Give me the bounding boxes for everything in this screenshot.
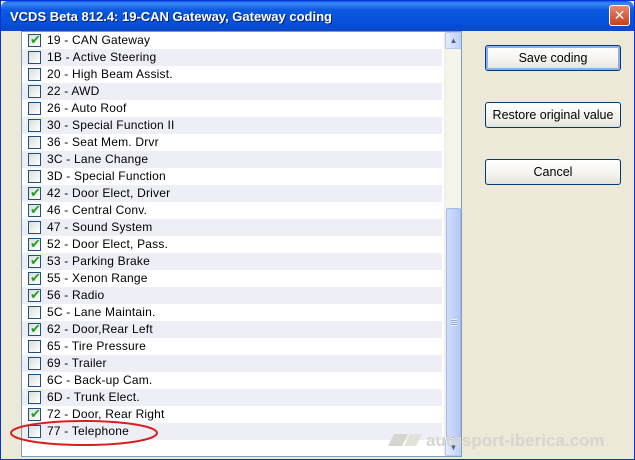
list-item[interactable]: ✔ 52 - Door Elect, Pass. [22, 236, 442, 253]
watermark-text: autosport-iberica.com [426, 431, 605, 450]
scrollbar-thumb[interactable] [446, 208, 461, 438]
list-item[interactable]: 3C - Lane Change [22, 151, 442, 168]
checkmark-icon: ✔ [30, 270, 41, 285]
checkmark-icon: ✔ [30, 202, 41, 217]
list-item[interactable]: 65 - Tire Pressure [22, 338, 442, 355]
list-item[interactable]: ✔ 19 - CAN Gateway [22, 32, 442, 49]
list-item-label: 42 - Door Elect, Driver [47, 186, 171, 200]
module-checkbox[interactable] [28, 374, 41, 387]
module-checklist[interactable]: ✔ 19 - CAN Gateway 1B - Active Steering 20 … [21, 31, 462, 457]
checkmark-icon: ✔ [30, 287, 41, 302]
module-checkbox[interactable] [28, 153, 41, 166]
list-item-label: 3D - Special Function [47, 169, 166, 183]
list-item[interactable]: ✔ 55 - Xenon Range [22, 270, 442, 287]
module-checkbox[interactable] [28, 85, 41, 98]
module-checkbox[interactable] [28, 102, 41, 115]
list-item-label: 19 - CAN Gateway [47, 33, 151, 47]
vcds-coding-dialog: VCDS Beta 812.4: 19-CAN Gateway, Gateway… [0, 0, 635, 460]
list-item[interactable]: 47 - Sound System [22, 219, 442, 236]
module-checkbox[interactable]: ✔ [28, 32, 41, 47]
module-checkbox[interactable] [28, 306, 41, 319]
vertical-scrollbar[interactable]: ▲ ▼ [444, 32, 461, 456]
module-checkbox[interactable] [28, 136, 41, 149]
module-checkbox[interactable]: ✔ [28, 270, 41, 285]
module-checkbox[interactable] [28, 357, 41, 370]
list-item-label: 46 - Central Conv. [47, 203, 148, 217]
list-item[interactable]: 69 - Trailer [22, 355, 442, 372]
list-item[interactable]: ✔ 56 - Radio [22, 287, 442, 304]
module-checkbox[interactable] [28, 221, 41, 234]
module-checkbox[interactable] [28, 51, 41, 64]
list-item[interactable]: 20 - High Beam Assist. [22, 66, 442, 83]
list-item-label: 1B - Active Steering [47, 50, 157, 64]
watermark-logo-icon [388, 434, 422, 446]
checkmark-icon: ✔ [30, 236, 41, 251]
list-item-label: 53 - Parking Brake [47, 254, 150, 268]
module-checkbox[interactable]: ✔ [28, 202, 41, 217]
module-checkbox[interactable]: ✔ [28, 253, 41, 268]
list-item[interactable]: ✔ 62 - Door,Rear Left [22, 321, 442, 338]
list-item[interactable]: 6D - Trunk Elect. [22, 389, 442, 406]
close-icon: ✕ [613, 7, 626, 23]
module-checkbox[interactable] [28, 170, 41, 183]
module-checkbox[interactable] [28, 68, 41, 81]
list-item-label: 36 - Seat Mem. Drvr [47, 135, 159, 149]
checkmark-icon: ✔ [30, 321, 41, 336]
window-title: VCDS Beta 812.4: 19-CAN Gateway, Gateway… [10, 9, 332, 24]
highlight-ellipse-annotation [10, 420, 158, 446]
list-item-label: 62 - Door,Rear Left [47, 322, 153, 336]
list-item-label: 30 - Special Function II [47, 118, 175, 132]
list-item-label: 65 - Tire Pressure [47, 339, 146, 353]
list-item[interactable]: ✔ 42 - Door Elect, Driver [22, 185, 442, 202]
module-checkbox[interactable]: ✔ [28, 236, 41, 251]
list-item-label: 22 - AWD [47, 84, 100, 98]
module-checkbox[interactable]: ✔ [28, 185, 41, 200]
list-item[interactable]: 30 - Special Function II [22, 117, 442, 134]
module-checkbox[interactable] [28, 119, 41, 132]
list-item[interactable]: 22 - AWD [22, 83, 442, 100]
list-item-label: 6C - Back-up Cam. [47, 373, 153, 387]
module-list-rows: ✔ 19 - CAN Gateway 1B - Active Steering 20 … [22, 32, 442, 440]
module-checkbox[interactable]: ✔ [28, 321, 41, 336]
list-item[interactable]: 1B - Active Steering [22, 49, 442, 66]
list-item[interactable]: 26 - Auto Roof [22, 100, 442, 117]
list-item-label: 26 - Auto Roof [47, 101, 127, 115]
scrollbar-grip-icon [451, 319, 457, 326]
list-item-label: 47 - Sound System [47, 220, 153, 234]
module-checkbox[interactable] [28, 391, 41, 404]
list-item[interactable]: ✔ 53 - Parking Brake [22, 253, 442, 270]
list-item-label: 6D - Trunk Elect. [47, 390, 140, 404]
module-checkbox[interactable]: ✔ [28, 287, 41, 302]
list-item[interactable]: 5C - Lane Maintain. [22, 304, 442, 321]
list-item-label: 5C - Lane Maintain. [47, 305, 156, 319]
watermark: autosport-iberica.com [386, 426, 635, 456]
cancel-button[interactable]: Cancel [485, 159, 621, 185]
list-item[interactable]: 3D - Special Function [22, 168, 442, 185]
save-coding-button[interactable]: Save coding [485, 45, 621, 71]
list-item[interactable]: 6C - Back-up Cam. [22, 372, 442, 389]
list-item[interactable]: ✔ 46 - Central Conv. [22, 202, 442, 219]
module-checkbox[interactable] [28, 340, 41, 353]
restore-original-value-button[interactable]: Restore original value [485, 102, 621, 128]
checkmark-icon: ✔ [30, 185, 41, 200]
list-item-label: 52 - Door Elect, Pass. [47, 237, 169, 251]
scroll-up-button[interactable]: ▲ [445, 32, 461, 49]
list-item-label: 3C - Lane Change [47, 152, 149, 166]
list-item-label: 56 - Radio [47, 288, 105, 302]
close-button[interactable]: ✕ [609, 5, 630, 26]
checkmark-icon: ✔ [30, 32, 41, 47]
arrow-up-icon: ▲ [449, 36, 458, 45]
title-bar: VCDS Beta 812.4: 19-CAN Gateway, Gateway… [1, 1, 634, 31]
list-item-label: 69 - Trailer [47, 356, 107, 370]
list-item-label: 55 - Xenon Range [47, 271, 148, 285]
list-item[interactable]: 36 - Seat Mem. Drvr [22, 134, 442, 151]
list-item-label: 20 - High Beam Assist. [47, 67, 173, 81]
checkmark-icon: ✔ [30, 253, 41, 268]
